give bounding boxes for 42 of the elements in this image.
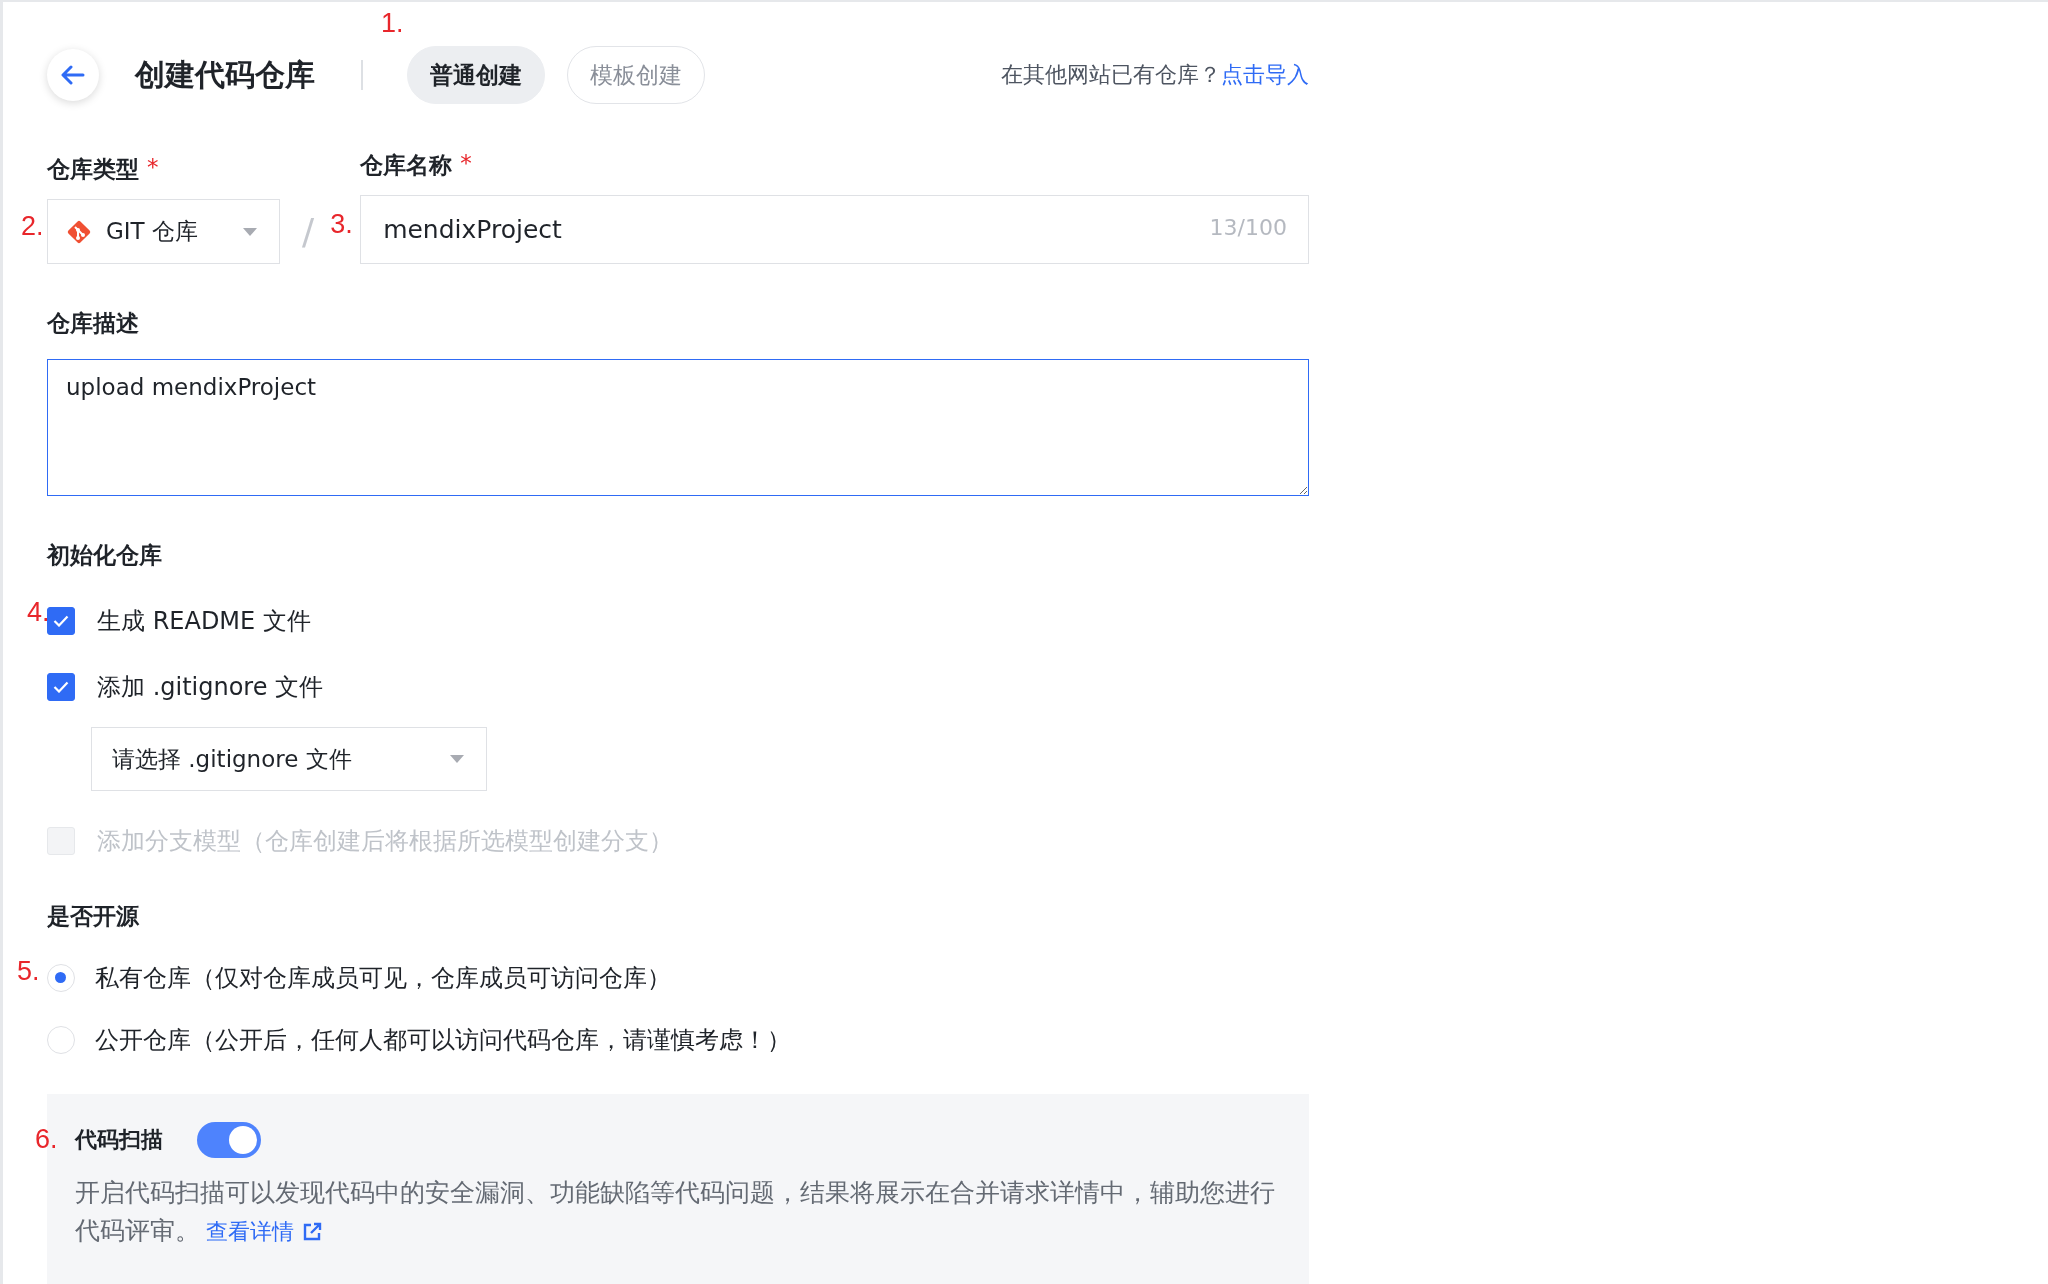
- field-label: 仓库类型: [47, 155, 139, 184]
- section-label: 是否开源: [47, 902, 140, 931]
- radio-label: 私有仓库（仅对仓库成员可见，仓库成员可访问仓库）: [95, 963, 671, 994]
- separator-slash: /: [302, 211, 315, 252]
- check-icon: [53, 681, 69, 693]
- required-mark: *: [460, 150, 472, 178]
- repo-type-select[interactable]: GIT 仓库: [47, 199, 280, 264]
- external-link-icon: [302, 1222, 322, 1242]
- checkbox-label: 生成 README 文件: [97, 606, 311, 637]
- character-counter: 13/100: [1209, 215, 1287, 240]
- details-link[interactable]: 查看详情: [206, 1219, 322, 1244]
- radio-label: 公开仓库（公开后，任何人都可以访问代码仓库，请谨慎考虑！）: [95, 1025, 791, 1056]
- page-title: 创建代码仓库: [135, 55, 315, 94]
- annotation-number: 6.: [35, 1124, 58, 1155]
- check-icon: [53, 615, 69, 627]
- annotation-number: 5.: [17, 956, 40, 987]
- caret-icon: [450, 755, 464, 763]
- required-mark: *: [147, 154, 159, 182]
- gitignore-select[interactable]: 请选择 .gitignore 文件: [91, 727, 487, 791]
- annotation-number: 4.: [27, 597, 50, 628]
- tab[interactable]: 普通创建: [407, 46, 545, 104]
- checkbox-label: 添加分支模型（仓库创建后将根据所选模型创建分支）: [97, 826, 673, 857]
- caret-icon: [243, 227, 257, 236]
- import-prompt: 在其他网站已有仓库？: [1001, 61, 1221, 89]
- toggle-switch[interactable]: [197, 1122, 261, 1158]
- section-label: 初始化仓库: [47, 541, 163, 570]
- radio-button[interactable]: [47, 964, 75, 992]
- checkbox[interactable]: [47, 673, 75, 701]
- checkbox[interactable]: [47, 607, 75, 635]
- annotation-number: 3.: [330, 209, 353, 240]
- back-arrow-icon: [61, 65, 85, 85]
- radio-button[interactable]: [47, 1026, 75, 1054]
- annotation-number: 1.: [381, 8, 404, 39]
- back-button[interactable]: [47, 49, 99, 101]
- checkbox-label: 添加 .gitignore 文件: [97, 672, 324, 703]
- code-scan-description: 开启代码扫描可以发现代码中的安全漏洞、功能缺陷等代码问题，结果将展示在合并请求详情中，辅助您进行代码评审。 查看详情: [75, 1177, 1275, 1247]
- annotation-number: 2.: [21, 211, 44, 242]
- field-label: 仓库名称: [360, 151, 453, 180]
- description-field[interactable]: upload mendixProject: [47, 359, 1309, 496]
- code-scan-label: 代码扫描: [75, 1126, 163, 1154]
- import-link[interactable]: 点击导入: [1221, 60, 1309, 90]
- section-label: 仓库描述: [47, 309, 140, 338]
